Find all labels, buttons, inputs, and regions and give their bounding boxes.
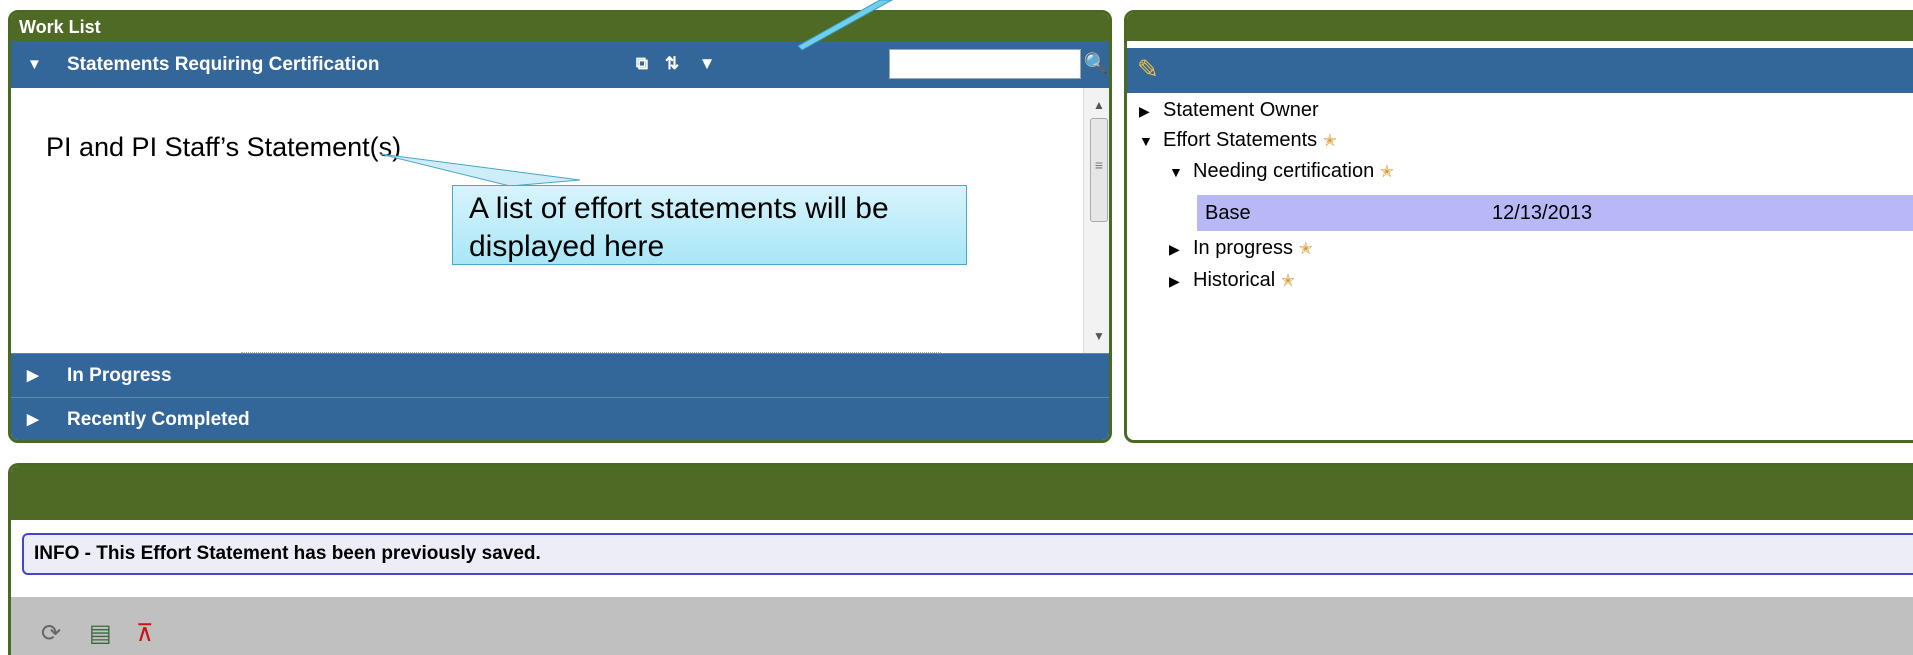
tree-in-progress[interactable]: ▶ In progress ✭ bbox=[1169, 237, 1313, 260]
work-list-title: Work List bbox=[11, 13, 1109, 41]
select-all-icon[interactable]: ⧉ bbox=[631, 53, 653, 75]
list-scrollbar[interactable]: ▲ ▼ bbox=[1083, 88, 1109, 353]
effort-statement-panel: INFO - This Effort Statement has been pr… bbox=[8, 463, 1913, 655]
expand-triangle-icon[interactable]: ▶ bbox=[1169, 241, 1193, 258]
tree-label: In progress bbox=[1193, 237, 1294, 259]
tree-label: Needing certification bbox=[1193, 160, 1375, 182]
star-icon: ✭ bbox=[1322, 131, 1337, 150]
tree-historical[interactable]: ▶ Historical ✭ bbox=[1169, 269, 1295, 292]
section-statements-requiring-certification[interactable]: ▼ Statements Requiring Certification ⧉ ⇅… bbox=[11, 41, 1109, 88]
scroll-down-icon[interactable]: ▼ bbox=[1084, 325, 1109, 347]
statement-toolbar: ✎ bbox=[1127, 48, 1913, 93]
scroll-up-icon[interactable]: ▲ bbox=[1084, 94, 1109, 116]
statement-panel: ✎ ▶ Statement Owner ▼ Effort Statements ✭ … bbox=[1124, 10, 1913, 443]
sort-icon[interactable]: ⇅ bbox=[661, 53, 683, 75]
section-label: In Progress bbox=[67, 365, 172, 386]
effort-statement-header bbox=[11, 466, 1913, 520]
section-label: Statements Requiring Certification bbox=[67, 54, 380, 75]
tree-effort-statements[interactable]: ▼ Effort Statements ✭ bbox=[1139, 129, 1337, 152]
star-icon: ✭ bbox=[1379, 162, 1395, 181]
report-icon[interactable]: ▤ bbox=[89, 619, 112, 649]
section-in-progress[interactable]: ▶ In Progress bbox=[11, 353, 1109, 397]
search-icon[interactable]: 🔍 bbox=[1081, 49, 1109, 79]
tools-icon[interactable]: ✎ bbox=[1137, 54, 1159, 85]
upper-callout-pointer bbox=[797, 0, 894, 51]
expand-triangle-icon[interactable]: ▶ bbox=[27, 398, 39, 440]
filter-icon[interactable]: ▼ bbox=[696, 53, 718, 75]
tree-needing-certification[interactable]: ▼ Needing certification ✭ bbox=[1169, 160, 1394, 183]
section-label: Recently Completed bbox=[67, 409, 250, 430]
search-input[interactable] bbox=[889, 49, 1081, 79]
refresh-icon[interactable]: ⟳ bbox=[41, 619, 61, 649]
statement-row-base[interactable]: Base 12/13/2013 bbox=[1197, 195, 1913, 231]
star-icon: ✭ bbox=[1280, 271, 1296, 290]
scroll-thumb[interactable] bbox=[1090, 118, 1108, 222]
tree-label: Historical bbox=[1193, 269, 1276, 291]
collapse-triangle-icon[interactable]: ▼ bbox=[27, 41, 42, 88]
pdf-icon[interactable]: ⊼ bbox=[136, 619, 154, 649]
tree-statement-owner[interactable]: ▶ Statement Owner bbox=[1139, 99, 1319, 122]
expand-triangle-icon[interactable]: ▶ bbox=[1139, 103, 1163, 120]
info-message: INFO - This Effort Statement has been pr… bbox=[22, 533, 1913, 575]
tree-label: Effort Statements bbox=[1163, 129, 1318, 151]
action-toolbar: ⟳ ▤ ⊼ bbox=[11, 597, 1913, 655]
list-title: PI and PI Staff’s Statement(s) bbox=[46, 132, 402, 162]
callout-text-line1: A list of effort statements will be bbox=[469, 192, 889, 225]
expand-triangle-icon[interactable]: ▶ bbox=[1169, 273, 1193, 290]
collapse-triangle-icon[interactable]: ▼ bbox=[1169, 164, 1193, 180]
section-recently-completed[interactable]: ▶ Recently Completed bbox=[11, 397, 1109, 440]
row-date: 12/13/2013 bbox=[1492, 202, 1593, 224]
row-label: Base bbox=[1205, 202, 1251, 224]
star-icon: ✭ bbox=[1298, 239, 1313, 258]
expand-triangle-icon[interactable]: ▶ bbox=[27, 354, 39, 398]
statement-panel-header bbox=[1127, 13, 1913, 41]
collapse-triangle-icon[interactable]: ▼ bbox=[1139, 133, 1163, 149]
tree-label: Statement Owner bbox=[1163, 99, 1319, 121]
callout-text-line2: displayed here bbox=[469, 230, 665, 263]
info-callout: A list of effort statements will be disp… bbox=[452, 185, 967, 265]
